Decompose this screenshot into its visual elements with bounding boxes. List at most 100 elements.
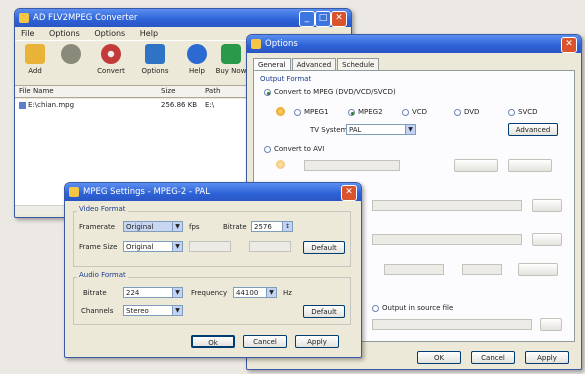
disabled-field-1[interactable]: [372, 200, 522, 211]
convert-avi-radio[interactable]: [264, 146, 271, 153]
list-item[interactable]: E:\chian.mpg 256.86 KB E:\: [19, 101, 239, 109]
main-window-title: AD FLV2MPEG Converter: [33, 13, 138, 23]
tv-system-select[interactable]: PAL ▼: [346, 124, 416, 135]
vcd-radio[interactable]: [402, 109, 409, 116]
spinner-icon: ↕: [282, 222, 292, 231]
options-button[interactable]: Options: [139, 44, 171, 75]
source-file-label: Output in source file: [382, 304, 454, 312]
options-apply-button[interactable]: Apply: [525, 351, 569, 364]
menu-options-2[interactable]: Options: [94, 29, 125, 38]
frame-height-field[interactable]: [249, 241, 291, 252]
avi-codec-select[interactable]: [304, 160, 400, 171]
add-button[interactable]: Add: [19, 44, 51, 75]
disabled-button-2[interactable]: [532, 233, 562, 246]
mpeg2-radio[interactable]: [348, 109, 355, 116]
source-file-checkbox[interactable]: [372, 305, 379, 312]
output-format-group-label: Output Format: [260, 75, 312, 83]
options-close-button[interactable]: ✕: [561, 37, 577, 53]
advanced-button[interactable]: Advanced: [508, 123, 558, 136]
browse-button[interactable]: [540, 318, 562, 331]
channels-select[interactable]: Stereo ▼: [123, 305, 183, 316]
options-title: Options: [265, 39, 298, 49]
framerate-label: Framerate: [79, 223, 116, 231]
disabled-button-3[interactable]: [518, 263, 558, 276]
buy-now-button[interactable]: Buy Now: [215, 44, 247, 75]
help-icon: [187, 44, 207, 64]
column-file-name[interactable]: File Name: [19, 86, 54, 97]
frequency-label: Frequency: [191, 289, 228, 297]
options-titlebar: Options ✕: [247, 35, 581, 53]
app-icon: [19, 13, 29, 23]
avi-option-button-1[interactable]: [454, 159, 498, 172]
mpeg-title-icon: [69, 187, 79, 197]
fps-label: fps: [189, 223, 200, 231]
dvd-radio[interactable]: [454, 109, 461, 116]
options-icon: [145, 44, 165, 64]
file-icon: [19, 101, 26, 109]
minimize-button[interactable]: _: [299, 11, 315, 27]
chevron-down-icon: ▼: [405, 125, 415, 134]
disabled-field-2[interactable]: [372, 234, 522, 245]
frame-size-label: Frame Size: [79, 243, 118, 251]
disabled-field-3[interactable]: [384, 264, 444, 275]
disabled-field-4[interactable]: [462, 264, 502, 275]
chevron-down-icon: ▼: [172, 222, 182, 231]
column-size[interactable]: Size: [161, 86, 175, 97]
main-titlebar: AD FLV2MPEG Converter _ □ ✕: [15, 9, 351, 27]
avi-option-button-2[interactable]: [508, 159, 552, 172]
frame-width-field[interactable]: [189, 241, 231, 252]
menu-options[interactable]: Options: [49, 29, 80, 38]
remove-button[interactable]: [55, 44, 87, 67]
options-cancel-button[interactable]: Cancel: [471, 351, 515, 364]
video-format-group-label: Video Format: [77, 205, 128, 213]
close-button[interactable]: ✕: [331, 11, 347, 27]
video-bitrate-field[interactable]: 2576 ↕: [251, 221, 293, 232]
mpeg1-label: MPEG1: [304, 108, 329, 116]
mpeg-settings-dialog: MPEG Settings - MPEG-2 - PAL ✕ Video For…: [64, 182, 362, 358]
mpeg1-radio[interactable]: [294, 109, 301, 116]
bulb-icon: [276, 107, 285, 116]
mpeg-ok-button[interactable]: Ok: [191, 335, 235, 348]
options-ok-button[interactable]: OK: [417, 351, 461, 364]
audio-default-button[interactable]: Default: [303, 305, 345, 318]
tv-system-label: TV System:: [310, 126, 350, 134]
channels-label: Channels: [81, 307, 114, 315]
maximize-button[interactable]: □: [315, 11, 331, 27]
chevron-down-icon: ▼: [172, 242, 182, 251]
options-tabs: General Advanced Schedule: [253, 58, 380, 71]
vcd-label: VCD: [412, 108, 428, 116]
convert-disc-icon: [101, 44, 121, 64]
mpeg-apply-button[interactable]: Apply: [295, 335, 339, 348]
framerate-select[interactable]: Original ▼: [123, 221, 183, 232]
bulb-icon-2: [276, 160, 285, 169]
svcd-radio[interactable]: [508, 109, 515, 116]
frame-size-select[interactable]: Original ▼: [123, 241, 183, 252]
mpeg-title: MPEG Settings - MPEG-2 - PAL: [83, 187, 210, 197]
audio-bitrate-label: Bitrate: [83, 289, 107, 297]
convert-button[interactable]: Convert: [95, 44, 127, 75]
audio-bitrate-select[interactable]: 224 ▼: [123, 287, 183, 298]
mpeg-titlebar: MPEG Settings - MPEG-2 - PAL ✕: [65, 183, 361, 201]
menu-help[interactable]: Help: [140, 29, 158, 38]
convert-mpeg-radio[interactable]: [264, 89, 271, 96]
svcd-label: SVCD: [518, 108, 538, 116]
video-format-frame: [73, 211, 351, 267]
column-path[interactable]: Path: [205, 86, 220, 97]
help-button[interactable]: Help: [181, 44, 213, 75]
chevron-down-icon: ▼: [266, 288, 276, 297]
frequency-select[interactable]: 44100 ▼: [233, 287, 277, 298]
remove-icon: [61, 44, 81, 64]
output-folder-field[interactable]: [372, 319, 532, 330]
mpeg-close-button[interactable]: ✕: [341, 185, 357, 201]
convert-mpeg-label: Convert to MPEG (DVD/VCD/SVCD): [274, 88, 396, 96]
video-bitrate-label: Bitrate: [223, 223, 247, 231]
menu-file[interactable]: File: [21, 29, 34, 38]
video-default-button[interactable]: Default: [303, 241, 345, 254]
audio-format-group-label: Audio Format: [77, 271, 128, 279]
chevron-down-icon: ▼: [172, 288, 182, 297]
buy-now-icon: [221, 44, 241, 64]
mpeg-cancel-button[interactable]: Cancel: [243, 335, 287, 348]
disabled-button-1[interactable]: [532, 199, 562, 212]
hz-label: Hz: [283, 289, 292, 297]
options-title-icon: [251, 39, 261, 49]
